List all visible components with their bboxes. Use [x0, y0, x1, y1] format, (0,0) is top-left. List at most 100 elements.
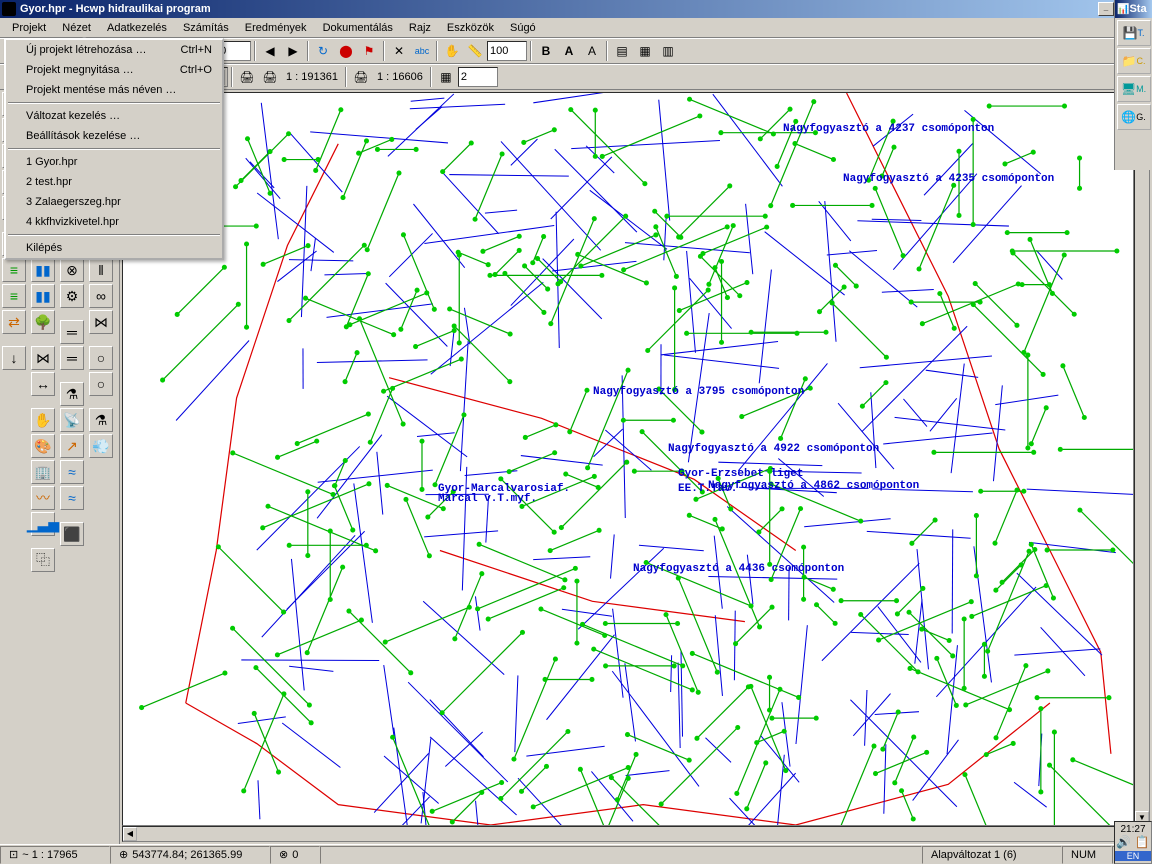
lang-indicator[interactable]: EN	[1115, 851, 1151, 861]
menu-szamitas[interactable]: Számítás	[175, 20, 237, 36]
dd-recent-2[interactable]: 2 test.hpr	[6, 172, 222, 192]
menu-eredmenyek[interactable]: Eredmények	[237, 20, 315, 36]
pal-antenna-icon[interactable]: 📡	[60, 408, 84, 432]
nav-left-icon[interactable]: ◀	[259, 40, 281, 62]
coords-icon: ⊕	[119, 848, 128, 861]
system-tray: 21:27 🔊 📋 EN	[1114, 821, 1152, 864]
crosshair-icon[interactable]: ✕	[388, 40, 410, 62]
dd-recent-1[interactable]: 1 Gyor.hpr	[6, 152, 222, 172]
pal-valve2-icon[interactable]: ⋈	[31, 346, 55, 370]
tray-globe-icon[interactable]: 🌐G.	[1117, 104, 1151, 130]
abc-icon[interactable]: abc	[411, 40, 433, 62]
menu-nezet[interactable]: Nézet	[54, 20, 99, 36]
menu-rajz[interactable]: Rajz	[401, 20, 439, 36]
flag-icon[interactable]: ⚑	[358, 40, 380, 62]
grid2-icon[interactable]: ▦	[634, 40, 656, 62]
pal-palette-icon[interactable]: 🎨	[31, 434, 55, 458]
pal-link-icon[interactable]: ⇄	[2, 310, 26, 334]
tray-monitor-icon[interactable]: 🖥M.	[1117, 76, 1151, 102]
dd-exit[interactable]: Kilépés	[6, 238, 222, 258]
pal-db3-icon[interactable]: ≡	[2, 284, 26, 308]
bold-button[interactable]: B	[535, 40, 557, 62]
pal-pipe2-icon[interactable]: ═	[60, 346, 84, 370]
pal-circle2-icon[interactable]: ○	[89, 372, 113, 396]
print2-icon[interactable]: 🖨	[259, 66, 281, 88]
map-label: Nagyfogyasztó a 3795 csomóponton	[593, 386, 804, 398]
pal-circle-icon[interactable]: ○	[89, 346, 113, 370]
title-bar: Gyor.hpr - Hcwp hidraulikai program _ □ …	[0, 0, 1152, 18]
scale-input[interactable]	[487, 41, 527, 61]
map-label: Nagyfogyasztó a 4436 csomóponton	[633, 563, 844, 575]
pal-wave3-icon[interactable]: ≈	[60, 486, 84, 510]
status-bar: ⊡ ~ 1 : 17965 ⊕ 543774.84; 261365.99 ⊗ 0…	[0, 844, 1152, 864]
pal-pipe-icon[interactable]: ═	[60, 320, 84, 344]
grid1-icon[interactable]: ▤	[611, 40, 633, 62]
menu-projekt[interactable]: Projekt	[4, 20, 54, 36]
status-scale: ⊡ ~ 1 : 17965	[0, 846, 110, 864]
dd-recent-4[interactable]: 4 kkfhvizkivetel.hpr	[6, 212, 222, 232]
refresh-icon[interactable]: ↻	[312, 40, 334, 62]
dd-open-project[interactable]: Projekt megnyitása …Ctrl+O	[6, 60, 222, 80]
print3-icon[interactable]: 🖨	[350, 66, 372, 88]
pal-copy-icon[interactable]: ⿻	[31, 548, 55, 572]
menu-sugo[interactable]: Súgó	[502, 20, 544, 36]
menu-eszkozok[interactable]: Eszközök	[439, 20, 502, 36]
dd-new-project[interactable]: Új projekt létrehozása …Ctrl+N	[6, 40, 222, 60]
map-label: Gyor-Erzsebet liget	[678, 468, 803, 480]
status-num: NUM	[1062, 846, 1112, 864]
globe-icon[interactable]: ⬤	[335, 40, 357, 62]
dd-recent-3[interactable]: 3 Zalaegerszeg.hpr	[6, 192, 222, 212]
pal-block-icon[interactable]: ⬛	[60, 522, 84, 546]
scale-icon: ⊡	[9, 848, 18, 861]
pal-building-icon[interactable]: 🏢	[31, 460, 55, 484]
status-zero: ⊗ 0	[270, 846, 320, 864]
layers-icon[interactable]: ▦	[435, 66, 457, 88]
dd-save-as[interactable]: Projekt mentése más néven …	[6, 80, 222, 100]
pal-flask2-icon[interactable]: ⚗	[89, 408, 113, 432]
menu-adatkezeles[interactable]: Adatkezelés	[99, 20, 175, 36]
print1-icon[interactable]: 🖨	[236, 66, 258, 88]
map-canvas[interactable]: x Nagyfogyasztó a 4237 csomópontonNagyfo…	[122, 92, 1134, 826]
tray-folder-icon[interactable]: 📁C.	[1117, 48, 1151, 74]
horizontal-scrollbar[interactable]: ◀ ▶	[122, 826, 1134, 842]
hand-icon[interactable]: ✋	[441, 40, 463, 62]
pal-gear-icon[interactable]: ⚙	[60, 284, 84, 308]
menu-dokumentalas[interactable]: Dokumentálás	[315, 20, 401, 36]
text-a2-button[interactable]: A	[581, 40, 603, 62]
scroll-left-icon[interactable]: ◀	[123, 827, 137, 841]
nav-right-icon[interactable]: ▶	[282, 40, 304, 62]
pal-infinity-icon[interactable]: ∞	[89, 284, 113, 308]
scale1-label: 1 : 191361	[282, 71, 342, 83]
pal-cross-icon[interactable]: ⊗	[60, 258, 84, 282]
pal-tree-icon[interactable]: 🌳	[31, 310, 55, 334]
pal-valve3-icon[interactable]: ⋈	[89, 310, 113, 334]
grid3-icon[interactable]: ▥	[657, 40, 679, 62]
status-empty	[320, 846, 922, 864]
minimize-button[interactable]: _	[1098, 2, 1114, 16]
pal-bars-icon[interactable]: ▮▮	[31, 258, 55, 282]
pal-lines-icon[interactable]: ‖	[89, 258, 113, 282]
pal-hand-icon[interactable]: ✋	[31, 408, 55, 432]
tray-save-icon[interactable]: 💾T.	[1117, 20, 1151, 46]
pal-bars2-icon[interactable]: ▮▮	[31, 284, 55, 308]
pal-arrow-icon[interactable]: ↗	[60, 434, 84, 458]
text-a1-button[interactable]: A	[558, 40, 580, 62]
menu-bar: Projekt Nézet Adatkezelés Számítás Eredm…	[0, 18, 1152, 38]
layer-input[interactable]	[458, 67, 498, 87]
pal-down-icon[interactable]: ↓	[2, 346, 26, 370]
pal-move-icon[interactable]: ↔	[31, 372, 55, 396]
map-label: Nagyfogyasztó a 4237 csomóponton	[783, 123, 994, 135]
pal-spray-icon[interactable]: 💨	[89, 434, 113, 458]
pal-db2-icon[interactable]: ≡	[2, 258, 26, 282]
tray-title: 📊Sta	[1115, 0, 1152, 18]
dd-variant-mgmt[interactable]: Változat kezelés …	[6, 106, 222, 126]
pal-wave2-icon[interactable]: ≈	[60, 460, 84, 484]
dd-settings-mgmt[interactable]: Beállítások kezelése …	[6, 126, 222, 146]
vertical-scrollbar[interactable]: ▲ ▼	[1134, 92, 1150, 826]
pal-wave-icon[interactable]: 〰	[31, 486, 55, 510]
ruler-icon[interactable]: 📏	[464, 40, 486, 62]
app-icon	[2, 2, 16, 16]
side-tray: 📊Sta 💾T. 📁C. 🖥M. 🌐G.	[1114, 0, 1152, 170]
pal-flask-icon[interactable]: ⚗	[60, 382, 84, 406]
pal-chart2-icon[interactable]: ▁▃▅	[31, 512, 55, 536]
